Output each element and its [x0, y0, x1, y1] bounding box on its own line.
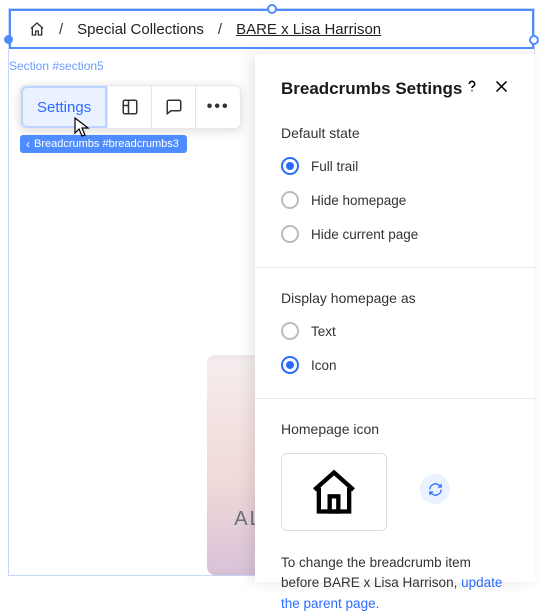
radio-indicator [281, 157, 299, 175]
element-toolbar: Settings ••• [20, 85, 241, 129]
help-icon[interactable] [464, 78, 480, 99]
radio-indicator [281, 191, 299, 209]
homepage-icon-label: Homepage icon [281, 421, 509, 437]
radio-indicator [281, 225, 299, 243]
stage-handle-left[interactable] [4, 35, 13, 44]
breadcrumb-item[interactable]: Special Collections [77, 21, 204, 38]
stage-handle-right[interactable] [529, 35, 539, 45]
radio-full-trail[interactable]: Full trail [281, 157, 509, 175]
house-icon [308, 466, 360, 518]
element-tag[interactable]: Breadcrumbs #breadcrumbs3 [20, 135, 187, 153]
divider [255, 267, 535, 268]
radio-hide-current-page[interactable]: Hide current page [281, 225, 509, 243]
radio-label: Hide current page [311, 227, 418, 242]
homepage-icon-preview[interactable] [281, 453, 387, 531]
breadcrumb-separator: / [59, 21, 63, 38]
layout-button[interactable] [108, 86, 152, 128]
breadcrumb-item-current[interactable]: BARE x Lisa Harrison [236, 21, 381, 38]
close-icon[interactable] [494, 79, 509, 99]
stage-handle-top[interactable] [267, 4, 277, 14]
element-tag-label: Breadcrumbs #breadcrumbs3 [34, 138, 179, 150]
cursor-icon [74, 117, 92, 144]
parent-page-note: To change the breadcrumb item before BAR… [281, 553, 509, 614]
more-button[interactable]: ••• [196, 86, 240, 128]
radio-homepage-text[interactable]: Text [281, 322, 509, 340]
breadcrumbs-settings-panel: Breadcrumbs Settings Default state Full … [255, 54, 535, 582]
display-homepage-group: Text Icon [281, 322, 509, 374]
radio-hide-homepage[interactable]: Hide homepage [281, 191, 509, 209]
radio-indicator [281, 322, 299, 340]
note-text: To change the breadcrumb item before BAR… [281, 555, 471, 590]
radio-label: Hide homepage [311, 193, 406, 208]
radio-homepage-icon[interactable]: Icon [281, 356, 509, 374]
display-homepage-label: Display homepage as [281, 290, 509, 306]
divider [255, 398, 535, 399]
refresh-icon-button[interactable] [420, 474, 450, 504]
default-state-label: Default state [281, 125, 509, 141]
breadcrumb-separator: / [218, 21, 222, 38]
settings-button[interactable]: Settings [21, 86, 108, 128]
radio-label: Full trail [311, 159, 358, 174]
section-label: Section #section5 [9, 59, 104, 73]
home-icon[interactable] [29, 21, 45, 37]
refresh-icon [428, 482, 443, 497]
radio-indicator [281, 356, 299, 374]
default-state-group: Full trail Hide homepage Hide current pa… [281, 157, 509, 243]
radio-label: Text [311, 324, 336, 339]
comment-button[interactable] [152, 86, 196, 128]
panel-title: Breadcrumbs Settings [281, 79, 462, 99]
breadcrumbs-bar[interactable]: / Special Collections / BARE x Lisa Harr… [9, 9, 534, 49]
radio-label: Icon [311, 358, 337, 373]
